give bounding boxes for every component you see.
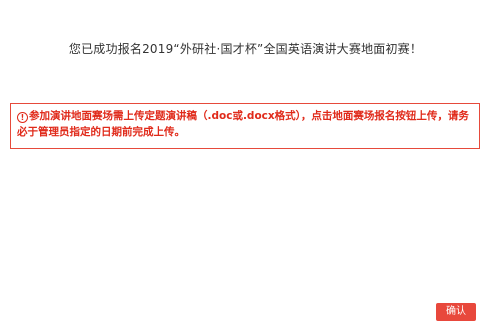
exclamation-circle-icon: ! xyxy=(17,112,28,123)
registration-success-dialog: 您已成功报名2019“外研社·国才杯”全国英语演讲大赛地面初赛！ ! 参加演讲地面… xyxy=(0,0,491,328)
confirm-button[interactable]: 确认 xyxy=(436,303,476,321)
dialog-title: 您已成功报名2019“外研社·国才杯”全国英语演讲大赛地面初赛！ xyxy=(68,42,423,56)
upload-notice-text: 参加演讲地面赛场需上传定题演讲稿（.doc或.docx格式），点击地面赛场报名按… xyxy=(17,110,469,138)
upload-notice-box: ! 参加演讲地面赛场需上传定题演讲稿（.doc或.docx格式），点击地面赛场报名… xyxy=(10,103,480,149)
